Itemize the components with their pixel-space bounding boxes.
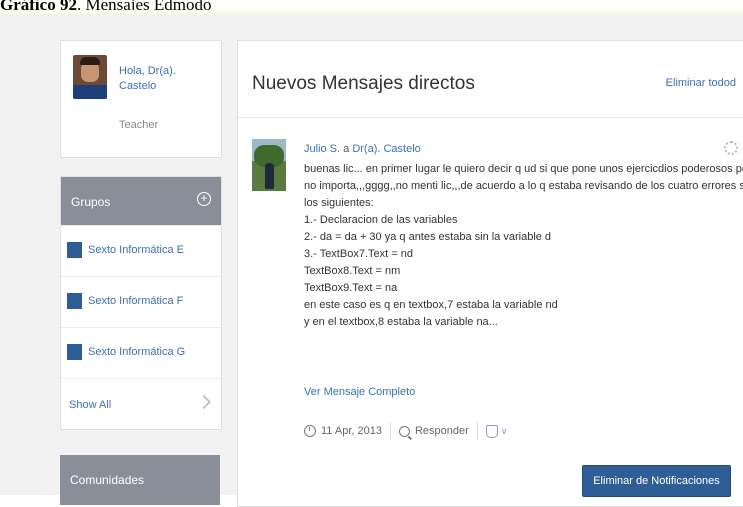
group-item-sexto-g[interactable]: Sexto Informática G (61, 327, 221, 378)
message-line: buenas lic... en primer lugar le quiero … (304, 163, 743, 175)
message-line: 2.- da = da + 30 ya q antes estaba sin l… (304, 231, 552, 243)
remove-from-notifications-button[interactable]: Eliminar de Notificaciones (582, 465, 731, 497)
communities-header[interactable]: Comunidades (60, 455, 220, 505)
avatar[interactable] (73, 55, 107, 99)
direct-messages-panel: Nuevos Mensajes directos Eliminar todod … (237, 40, 743, 507)
show-all-groups[interactable]: Show All (61, 378, 221, 429)
message-meta: 11 Apr, 2013 Responder ∨ (304, 422, 507, 440)
chevron-down-icon[interactable]: ∨ (501, 426, 508, 437)
message-line: 1.- Declaracion de las variables (304, 214, 458, 226)
delete-all-link[interactable]: Eliminar todod (666, 77, 736, 89)
chevron-right-icon[interactable] (196, 394, 212, 410)
page-title: Nuevos Mensajes directos (252, 73, 475, 94)
group-color-icon (67, 293, 82, 309)
group-color-icon (67, 242, 82, 258)
group-item-sexto-f[interactable]: Sexto Informática F (61, 276, 221, 327)
message-line: TextBox9.Text = na (304, 282, 398, 294)
greeting-line-1[interactable]: Hola, Dr(a). (119, 64, 219, 79)
message-line: TextBox8.Text = nm (304, 265, 401, 277)
reply-icon[interactable] (398, 425, 410, 437)
groups-title: Grupos (71, 195, 111, 209)
sender-link[interactable]: Julio S. (304, 143, 340, 155)
group-item-label[interactable]: Sexto Informática G (88, 346, 185, 358)
recipient-link[interactable]: Dr(a). Castelo (352, 143, 420, 155)
edmodo-app: Hola, Dr(a). Castelo Teacher Grupos + Se… (0, 10, 743, 507)
communities-title: Comunidades (70, 473, 145, 487)
message-line: en este caso es q en textbox,7 estaba la… (304, 299, 558, 311)
divider (476, 422, 478, 440)
read-more-link[interactable]: Ver Mensaje Completo (304, 386, 415, 398)
message-line: y en el textbox,8 estaba la variable na.… (304, 316, 498, 328)
divider (389, 422, 391, 440)
profile-card: Hola, Dr(a). Castelo Teacher (60, 40, 222, 158)
divider (238, 117, 743, 118)
sender-avatar[interactable] (252, 139, 286, 191)
badge-icon[interactable] (485, 424, 498, 438)
top-strip (0, 10, 743, 14)
plus-circle-icon[interactable]: + (197, 192, 211, 206)
profile-role: Teacher (119, 119, 159, 131)
gear-icon[interactable] (724, 141, 738, 155)
group-color-icon (67, 344, 82, 360)
group-item-sexto-e[interactable]: Sexto Informática E (61, 225, 221, 276)
groups-panel: Grupos + Sexto Informática E Sexto Infor… (60, 176, 222, 430)
message-header: Julio S. a Dr(a). Castelo (304, 143, 421, 155)
groups-header: Grupos + (61, 177, 221, 225)
profile-greeting[interactable]: Hola, Dr(a). Castelo (119, 64, 219, 94)
connector-text: a (340, 143, 353, 155)
clock-icon (304, 425, 316, 437)
message-date: 11 Apr, 2013 (321, 425, 382, 437)
message-body: buenas lic... en primer lugar le quiero … (304, 161, 743, 331)
message-line: no importa,,,gggg,,no menti lic,,,de acu… (304, 180, 743, 192)
show-all-label[interactable]: Show All (69, 399, 111, 411)
greeting-line-2[interactable]: Castelo (119, 79, 219, 94)
group-item-label[interactable]: Sexto Informática F (88, 295, 183, 307)
message-line: 3.- TextBox7.Text = nd (304, 248, 413, 260)
message-line: los siguientes: (304, 197, 374, 209)
group-item-label[interactable]: Sexto Informática E (88, 244, 184, 256)
reply-link[interactable]: Responder (415, 425, 469, 437)
